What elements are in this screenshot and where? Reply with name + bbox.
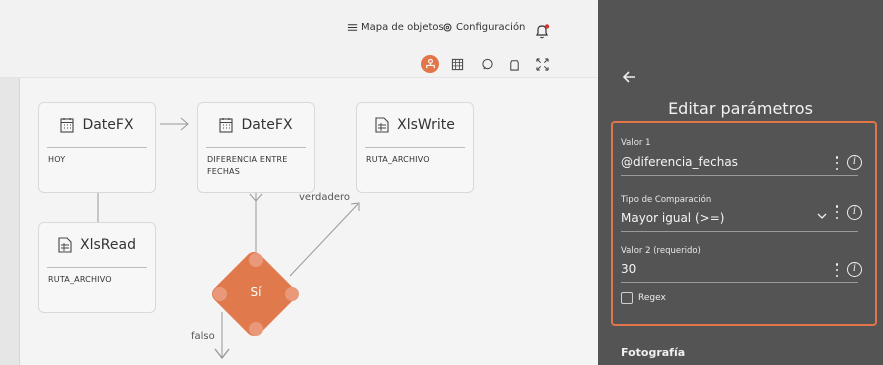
node-param: RUTA_ARCHIVO	[366, 155, 430, 164]
comparison-underline	[621, 231, 858, 232]
node-title: DateFX	[241, 117, 293, 133]
value2-info-icon[interactable]: i	[847, 262, 862, 277]
value1-label: Valor 1	[621, 138, 651, 148]
regex-label: Regex	[638, 293, 666, 303]
comparison-info-icon[interactable]: i	[847, 205, 862, 220]
node-xlswrite[interactable]: XlsWrite RUTA_ARCHIVO	[356, 102, 474, 193]
value1-info-icon[interactable]: i	[847, 155, 862, 170]
calendar-icon	[219, 118, 233, 133]
photo-section-title: Fotografía	[621, 346, 686, 359]
spreadsheet-file-icon	[375, 117, 389, 133]
node-param: DIFERENCIA ENTRE FECHAS	[207, 155, 288, 176]
node-param: RUTA_ARCHIVO	[48, 275, 112, 284]
true-edge-label: verdadero	[299, 192, 350, 203]
back-arrow-icon[interactable]	[621, 69, 637, 85]
node-datefx-today[interactable]: DateFX HOY	[38, 102, 156, 193]
value1-underline	[621, 175, 858, 176]
condition-label: Sí	[250, 285, 262, 299]
value2-underline	[621, 282, 858, 283]
comparison-more-icon[interactable]	[835, 205, 839, 219]
connection-port-top[interactable]	[249, 253, 263, 267]
connection-port-left[interactable]	[213, 287, 227, 301]
spreadsheet-file-icon	[58, 237, 72, 253]
panel-title: Editar parámetros	[668, 99, 813, 118]
comparison-label: Tipo de Comparación	[621, 195, 712, 205]
node-title: DateFX	[82, 117, 134, 133]
node-title: XlsRead	[80, 237, 136, 253]
connection-port-bottom[interactable]	[249, 322, 263, 336]
node-param: HOY	[48, 155, 66, 164]
chevron-down-icon[interactable]	[817, 211, 827, 221]
connection-port-right[interactable]	[285, 287, 299, 301]
node-title: XlsWrite	[397, 117, 455, 133]
value2-label: Valor 2 (requerido)	[621, 246, 701, 256]
value1-input[interactable]: @diferencia_fechas	[621, 155, 738, 169]
value2-more-icon[interactable]	[835, 263, 839, 277]
value1-more-icon[interactable]	[835, 156, 839, 170]
comparison-select[interactable]: Mayor igual (>=)	[621, 211, 724, 225]
false-edge-label: falso	[191, 331, 215, 342]
calendar-icon	[60, 118, 74, 133]
regex-checkbox[interactable]	[621, 292, 633, 304]
node-datefx-date-diff[interactable]: DateFX DIFERENCIA ENTRE FECHAS	[197, 102, 315, 193]
value2-input[interactable]: 30	[621, 262, 636, 276]
node-xlsread[interactable]: XlsRead RUTA_ARCHIVO	[38, 222, 156, 313]
